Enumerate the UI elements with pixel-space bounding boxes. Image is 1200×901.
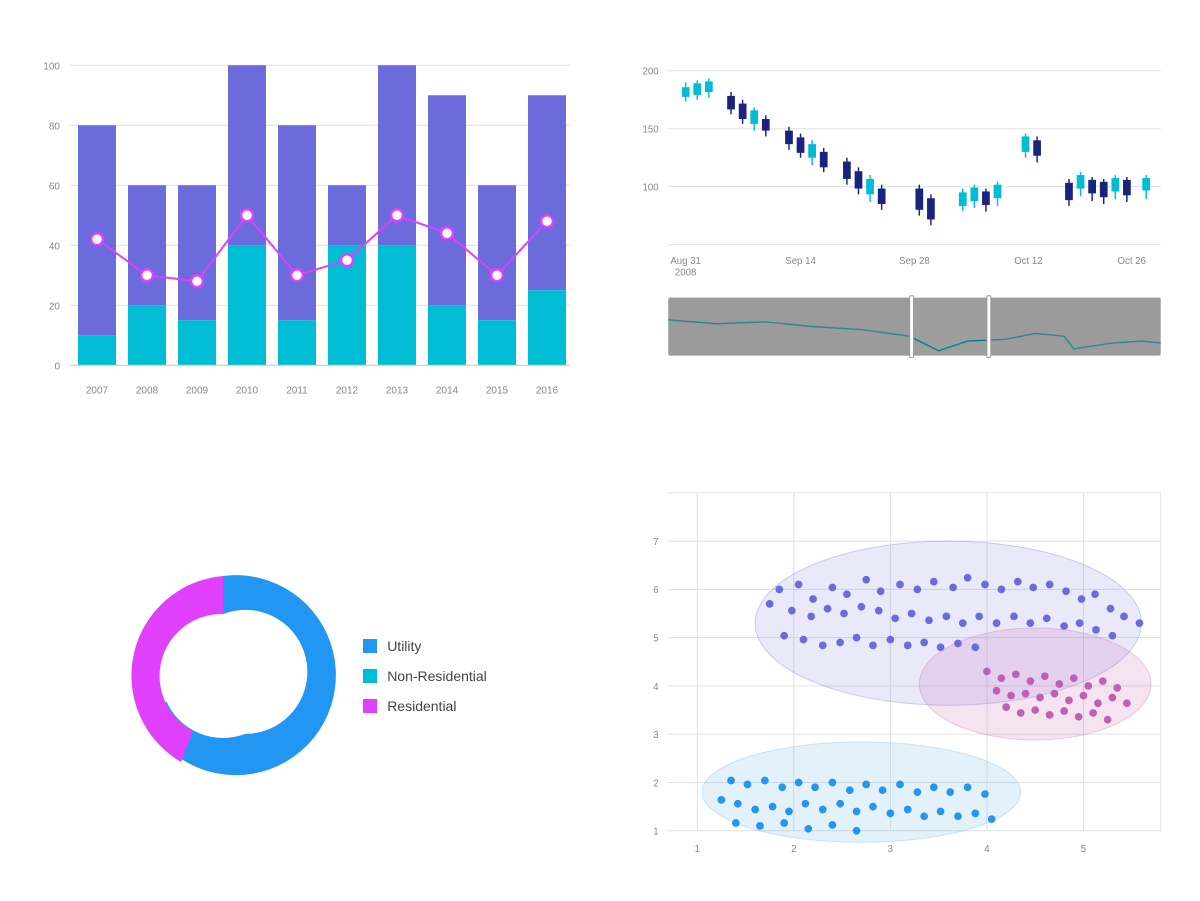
donut-chart-panel: Utility Non-Residential Residential — [0, 451, 600, 901]
bar-bottom-2011 — [278, 320, 316, 365]
donut-legend: Utility Non-Residential Residential — [363, 638, 487, 714]
nav-handle-left[interactable] — [910, 296, 914, 358]
svg-text:2008: 2008 — [675, 267, 696, 278]
svg-text:100: 100 — [643, 182, 659, 193]
line-dot-2014 — [441, 227, 453, 239]
svg-text:20: 20 — [49, 301, 61, 312]
bar-bottom-2014 — [428, 305, 466, 365]
legend-color-residential — [363, 699, 377, 713]
legend-color-utility — [363, 639, 377, 653]
line-dot-2008 — [141, 269, 153, 281]
svg-text:200: 200 — [643, 67, 659, 78]
legend-color-nonresidential — [363, 669, 377, 683]
bar-top-2016 — [528, 95, 566, 290]
svg-text:2015: 2015 — [486, 385, 509, 396]
svg-text:3: 3 — [888, 843, 893, 854]
bar-bottom-2009 — [178, 320, 216, 365]
svg-text:2011: 2011 — [286, 385, 308, 396]
line-dot-2011 — [291, 269, 303, 281]
svg-text:2008: 2008 — [136, 385, 159, 396]
svg-text:7: 7 — [653, 536, 658, 547]
svg-text:1: 1 — [653, 826, 658, 837]
line-dot-2009 — [191, 275, 203, 287]
bar-bottom-2013 — [378, 245, 416, 365]
bar-top-2015 — [478, 185, 516, 320]
svg-text:Sep 14: Sep 14 — [785, 256, 816, 267]
svg-text:0: 0 — [54, 361, 60, 372]
svg-text:2012: 2012 — [336, 385, 359, 396]
bar-top-2011 — [278, 125, 316, 320]
legend-label-utility: Utility — [387, 638, 421, 654]
svg-text:6: 6 — [653, 585, 658, 596]
bar-line-chart: 0 20 40 60 80 100 — [0, 0, 600, 451]
svg-text:1: 1 — [695, 843, 700, 854]
candlestick-chart: 200 150 100 — [600, 0, 1200, 451]
candlestick-group — [682, 78, 1150, 225]
line-dot-2010 — [241, 209, 253, 221]
svg-text:5: 5 — [653, 633, 658, 644]
svg-text:Oct 26: Oct 26 — [1118, 256, 1146, 267]
svg-text:40: 40 — [49, 241, 61, 252]
svg-text:4: 4 — [984, 843, 990, 854]
nav-handle-right[interactable] — [987, 296, 991, 358]
svg-text:2014: 2014 — [436, 385, 459, 396]
cluster-ellipse-3 — [702, 741, 1021, 841]
legend-item-utility: Utility — [363, 638, 487, 654]
donut-hole — [161, 614, 285, 738]
line-dot-2013 — [391, 209, 403, 221]
line-dot-2007 — [91, 233, 103, 245]
legend-item-nonresidential: Non-Residential — [363, 668, 487, 684]
bar-bottom-2010 — [228, 245, 266, 365]
bar-top-2008 — [128, 185, 166, 305]
svg-text:2016: 2016 — [536, 385, 559, 396]
line-dot-2012 — [341, 254, 353, 266]
bar-bottom-2015 — [478, 320, 516, 365]
bar-bottom-2007 — [78, 335, 116, 365]
svg-text:2007: 2007 — [86, 385, 109, 396]
legend-item-residential: Residential — [363, 698, 487, 714]
svg-text:100: 100 — [43, 61, 60, 72]
svg-text:80: 80 — [49, 121, 61, 132]
svg-text:2: 2 — [653, 778, 658, 789]
bar-top-2012 — [328, 185, 366, 245]
bar-top-2009 — [178, 185, 216, 320]
bar-top-2007 — [78, 125, 116, 335]
legend-label-nonresidential: Non-Residential — [387, 668, 487, 684]
donut-chart — [113, 566, 333, 786]
scatter-chart: 1 2 3 4 5 6 7 1 2 3 4 5 — [600, 451, 1200, 901]
svg-text:5: 5 — [1081, 843, 1086, 854]
svg-text:2009: 2009 — [186, 385, 209, 396]
svg-text:Aug 31: Aug 31 — [670, 256, 701, 267]
cluster-ellipse-2 — [919, 627, 1151, 739]
svg-text:4: 4 — [653, 681, 659, 692]
svg-text:Oct 12: Oct 12 — [1014, 256, 1042, 267]
legend-label-residential: Residential — [387, 698, 456, 714]
svg-text:2010: 2010 — [236, 385, 259, 396]
line-dot-2015 — [491, 269, 503, 281]
svg-text:3: 3 — [653, 730, 658, 741]
bar-bottom-2008 — [128, 305, 166, 365]
svg-text:2: 2 — [791, 843, 796, 854]
svg-text:Sep 28: Sep 28 — [899, 256, 930, 267]
bar-bottom-2016 — [528, 290, 566, 365]
svg-text:150: 150 — [643, 125, 659, 136]
line-dot-2016 — [541, 215, 553, 227]
svg-text:60: 60 — [49, 181, 61, 192]
bar-top-2014 — [428, 95, 466, 305]
svg-text:2013: 2013 — [386, 385, 409, 396]
